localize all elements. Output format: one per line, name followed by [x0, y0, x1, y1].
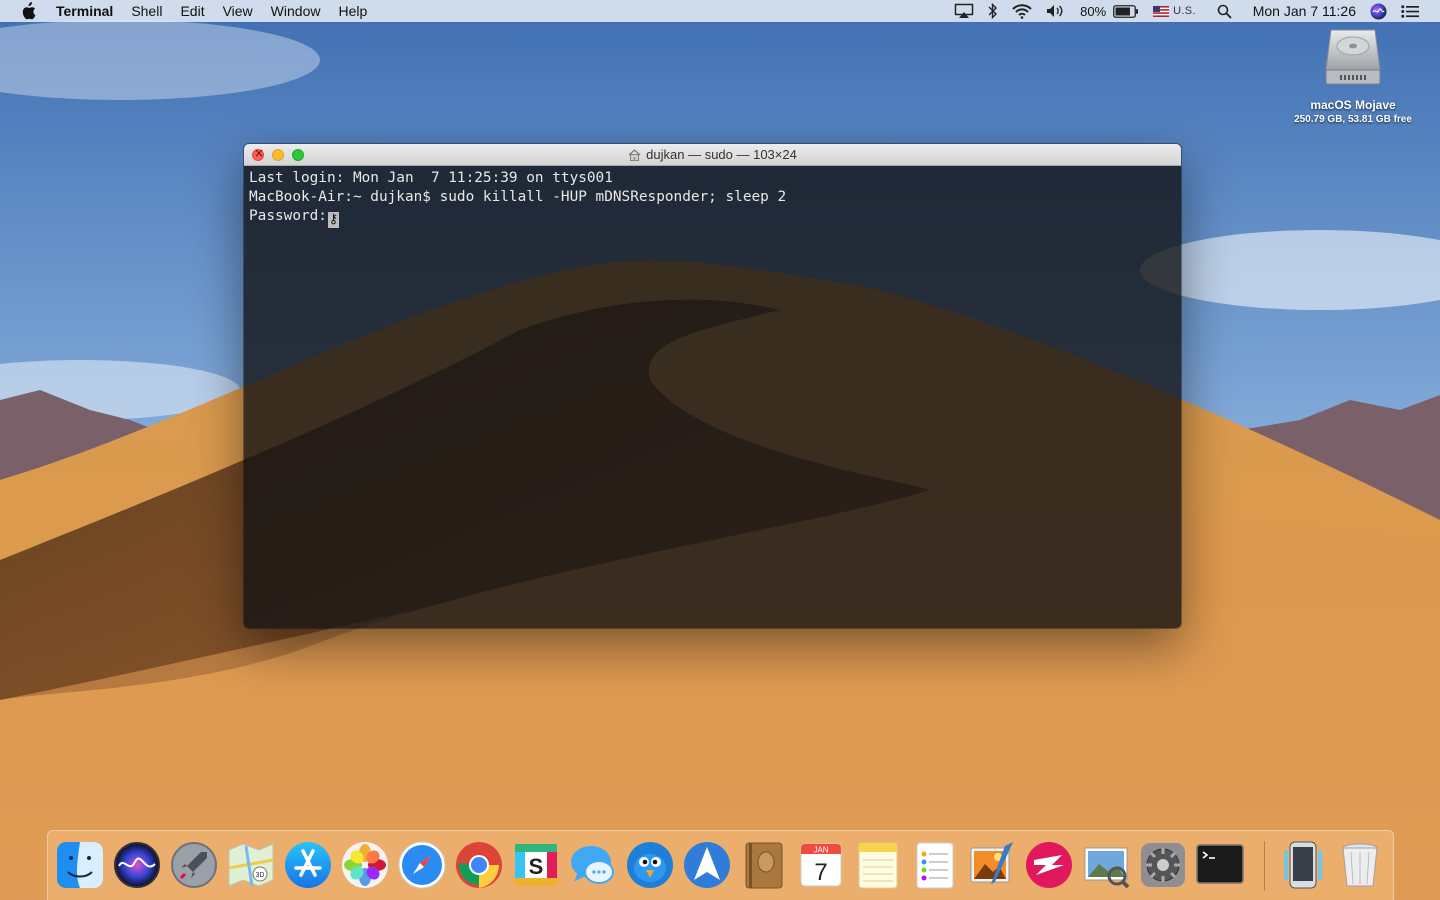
airplay-icon[interactable]: [947, 0, 981, 22]
wifi-icon[interactable]: [1005, 0, 1039, 22]
terminal-line: Last login: Mon Jan 7 11:25:39 on ttys00…: [249, 170, 613, 186]
desktop-disk-item[interactable]: macOS Mojave 250.79 GB, 53.81 GB free: [1286, 26, 1420, 125]
dock-item-preview[interactable]: [1079, 838, 1133, 892]
terminal-output[interactable]: Last login: Mon Jan 7 11:25:39 on ttys00…: [244, 166, 1181, 628]
menu-view[interactable]: View: [214, 0, 262, 22]
iphone-backup-icon: [1284, 841, 1322, 889]
terminal-line: MacBook-Air:~ dujkan$ sudo killall -HUP …: [249, 189, 787, 205]
home-folder-icon: [628, 148, 641, 161]
dock-item-siri[interactable]: [110, 838, 164, 892]
dock-item-trash[interactable]: [1333, 838, 1387, 892]
disk-info-label: 250.79 GB, 53.81 GB free: [1294, 114, 1412, 125]
calendar-day-label: 7: [814, 859, 827, 886]
window-minimize-button[interactable]: [272, 149, 284, 161]
dock-item-iphone-backup[interactable]: [1276, 838, 1330, 892]
dock-item-calendar[interactable]: JAN 7: [794, 838, 848, 892]
maps-icon: 3D: [228, 843, 274, 887]
secure-input-cursor-icon[interactable]: ⚷: [327, 212, 339, 228]
disk-name-label: macOS Mojave: [1310, 98, 1396, 112]
terminal-window[interactable]: dujkan — sudo — 103×24 Last login: Mon J…: [244, 144, 1181, 628]
notefile-icon: [745, 842, 783, 889]
input-source-label[interactable]: U.S.: [1173, 0, 1203, 22]
dock-item-spark[interactable]: [680, 838, 734, 892]
trash-icon: [1342, 843, 1378, 887]
dock-item-pixelmator[interactable]: [965, 838, 1019, 892]
pixelmator-icon: [970, 842, 1013, 884]
volume-icon[interactable]: [1039, 0, 1073, 22]
siri-icon[interactable]: [1363, 0, 1394, 22]
dock: 3D S JAN 7: [47, 830, 1394, 900]
menu-window[interactable]: Window: [262, 0, 330, 22]
svg-text:S: S: [529, 854, 544, 879]
calendar-icon: JAN 7: [800, 843, 842, 887]
menubar-clock[interactable]: Mon Jan 7 11:26: [1239, 0, 1363, 22]
bluetooth-icon[interactable]: [981, 0, 1005, 22]
hard-disk-icon: [1325, 29, 1381, 85]
dock-item-launchpad[interactable]: [167, 838, 221, 892]
notes-icon: [858, 842, 898, 889]
window-title: dujkan — sudo — 103×24: [646, 147, 797, 162]
password-prompt: Password:: [249, 208, 327, 224]
dock-item-notefile[interactable]: [737, 838, 791, 892]
dock-separator: [1264, 841, 1265, 891]
messages-icon: [571, 846, 614, 884]
safari-icon: [398, 841, 446, 889]
launchpad-icon: [171, 842, 217, 888]
terminal-prompt-line: Password: ⚷: [249, 207, 1176, 228]
siri-icon: [114, 842, 160, 888]
dock-item-terminal[interactable]: [1193, 838, 1247, 892]
dock-item-slack[interactable]: S: [509, 838, 563, 892]
app-store-icon: [285, 842, 331, 888]
svg-text:3D: 3D: [256, 872, 265, 879]
window-close-button[interactable]: [252, 146, 264, 161]
photos-icon: [342, 842, 388, 888]
us-flag-icon[interactable]: [1146, 0, 1173, 22]
dock-item-reminders[interactable]: [908, 838, 962, 892]
spark-icon: [684, 842, 730, 888]
battery-icon[interactable]: [1113, 0, 1146, 22]
skitch-icon: [1026, 842, 1072, 888]
dock-item-maps[interactable]: 3D: [224, 838, 278, 892]
menu-edit[interactable]: Edit: [171, 0, 213, 22]
notification-center-icon[interactable]: [1394, 0, 1426, 22]
window-zoom-button[interactable]: [292, 149, 304, 161]
dock-item-notes[interactable]: [851, 838, 905, 892]
dock-item-messages[interactable]: [566, 838, 620, 892]
dock-item-system-preferences[interactable]: [1136, 838, 1190, 892]
reminders-icon: [916, 842, 954, 889]
apple-menu-icon[interactable]: [20, 2, 36, 20]
spotlight-search-icon[interactable]: [1203, 0, 1239, 22]
chrome-icon: [456, 842, 502, 888]
finder-icon: [57, 842, 103, 888]
system-preferences-icon: [1141, 843, 1185, 887]
calendar-month-label: JAN: [813, 846, 828, 855]
dock-item-app-store[interactable]: [281, 838, 335, 892]
slack-icon: S: [515, 844, 557, 886]
dock-item-tweetbot[interactable]: [623, 838, 677, 892]
dock-item-photos[interactable]: [338, 838, 392, 892]
menu-shell[interactable]: Shell: [122, 0, 171, 22]
preview-icon: [1084, 847, 1130, 889]
window-titlebar[interactable]: dujkan — sudo — 103×24: [244, 144, 1181, 166]
dock-item-chrome[interactable]: [452, 838, 506, 892]
terminal-icon: [1196, 844, 1244, 884]
tweetbot-icon: [627, 842, 673, 888]
dock-item-safari[interactable]: [395, 838, 449, 892]
battery-percent: 80%: [1080, 3, 1107, 19]
menu-app-terminal[interactable]: Terminal: [50, 0, 122, 22]
dock-item-skitch[interactable]: [1022, 838, 1076, 892]
menu-help[interactable]: Help: [329, 0, 376, 22]
dock-item-finder[interactable]: [53, 838, 107, 892]
menu-bar: Terminal Shell Edit View Window Help 80%: [0, 0, 1440, 22]
